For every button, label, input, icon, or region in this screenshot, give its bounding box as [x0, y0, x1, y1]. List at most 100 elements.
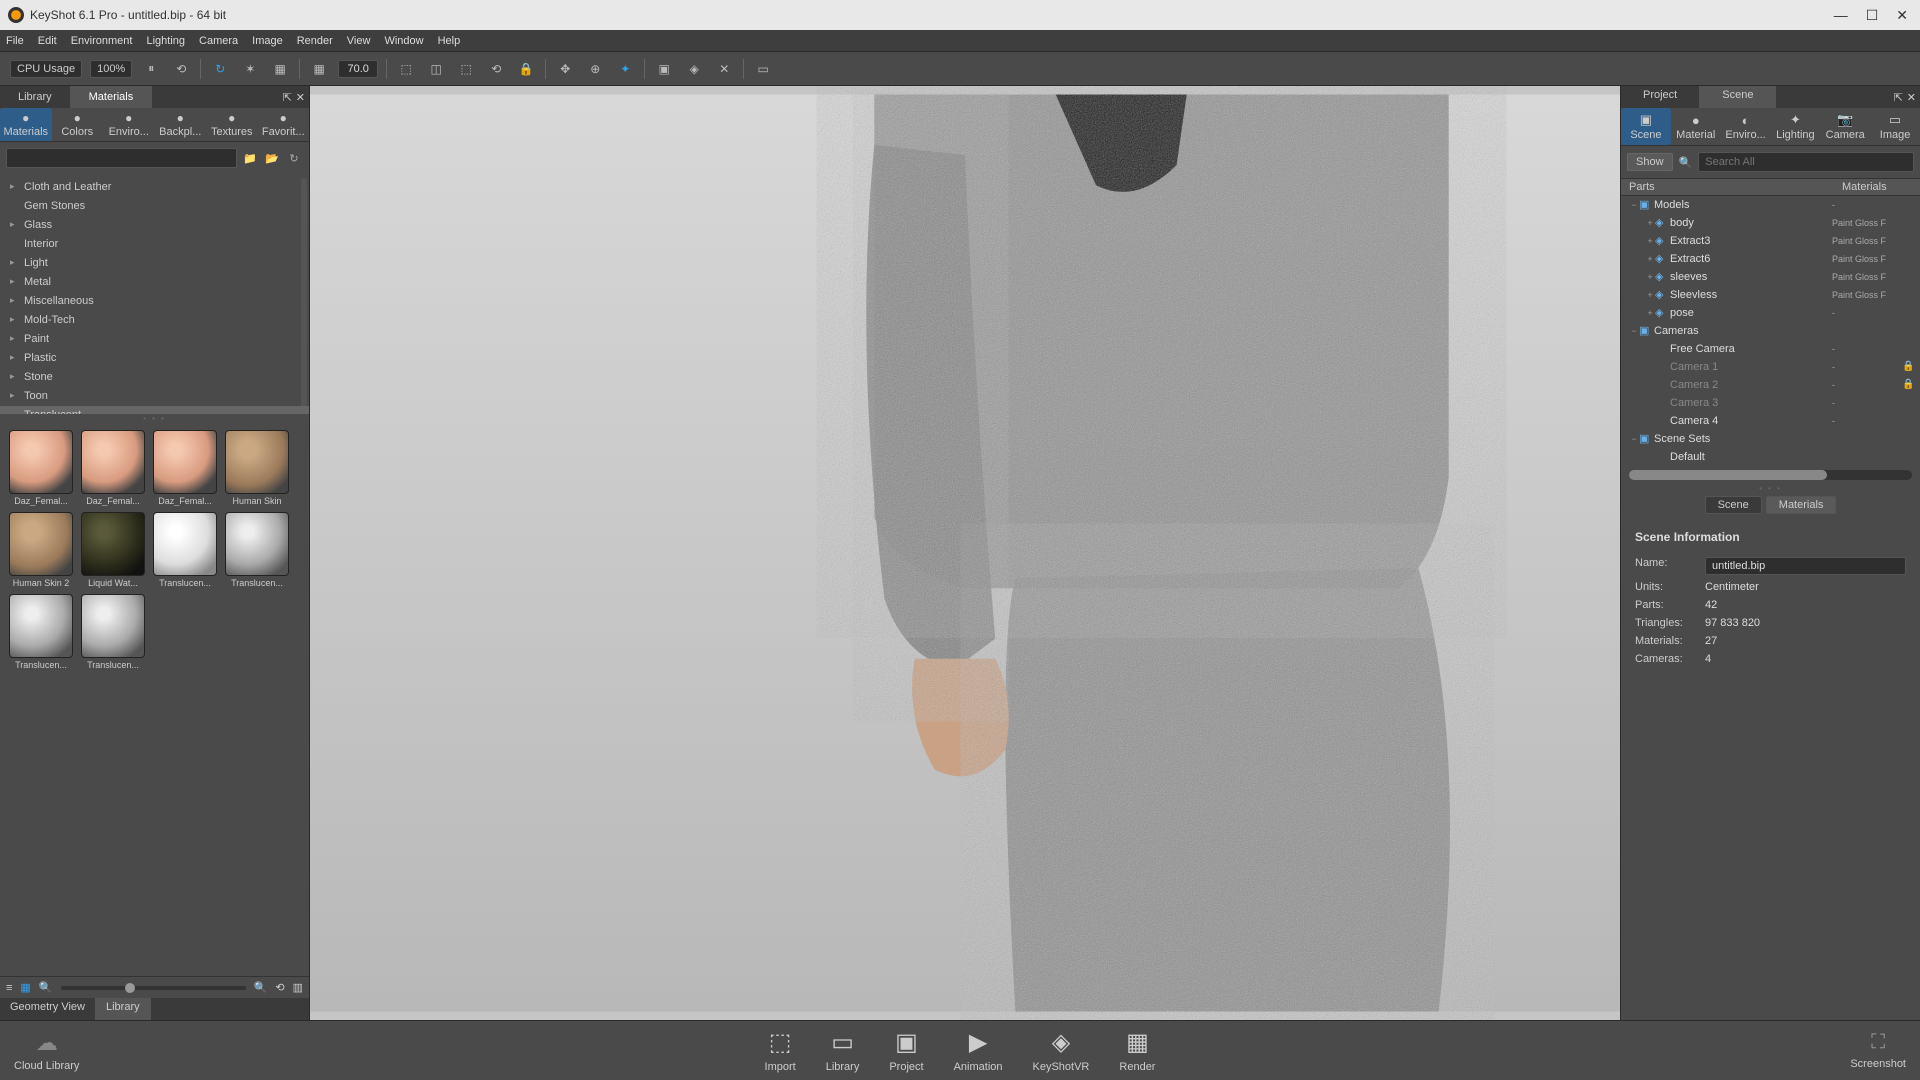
bottom-import[interactable]: ⬚Import [765, 1028, 796, 1073]
scene-search-input[interactable] [1698, 152, 1914, 172]
minimize-button[interactable]: — [1834, 8, 1848, 22]
tree-item-metal[interactable]: ▸Metal [0, 273, 309, 292]
tab-library[interactable]: Library [0, 86, 71, 108]
zoom-out-icon[interactable]: 🔍 [39, 981, 53, 994]
scene-tree-hscroll[interactable] [1629, 470, 1912, 480]
menu-camera[interactable]: Camera [199, 35, 238, 47]
tree-item-light[interactable]: ▸Light [0, 254, 309, 273]
info-name-input[interactable] [1705, 557, 1906, 575]
menu-view[interactable]: View [347, 35, 371, 47]
scene-item-models[interactable]: −▣Models- [1621, 196, 1920, 214]
render-viewport[interactable] [310, 86, 1620, 1020]
tree-item-glass[interactable]: ▸Glass [0, 216, 309, 235]
nav-icon[interactable]: ◈ [683, 58, 705, 80]
menu-help[interactable]: Help [438, 35, 461, 47]
lock-icon[interactable]: 🔒 [515, 58, 537, 80]
tree-item-gem-stones[interactable]: Gem Stones [0, 197, 309, 216]
show-button[interactable]: Show [1627, 153, 1673, 171]
favorite-icon[interactable]: ⟲ [275, 981, 284, 994]
projcat-enviro[interactable]: ◐Enviro... [1721, 108, 1771, 145]
material-thumb[interactable]: Human Skin [224, 430, 290, 506]
scene-item-camera-2[interactable]: Camera 2-🔒 [1621, 376, 1920, 394]
menu-window[interactable]: Window [384, 35, 423, 47]
bottom-render[interactable]: ▦Render [1119, 1028, 1155, 1073]
list-view-icon[interactable]: ≡ [6, 982, 12, 994]
material-thumb[interactable]: Translucen... [152, 512, 218, 588]
panel-close-icon[interactable]: ✕ [296, 91, 305, 104]
scene-item-sleevless[interactable]: +◈SleevlessPaint Gloss F [1621, 286, 1920, 304]
cpu-usage-value[interactable]: 100% [90, 60, 132, 78]
libcat-backpl[interactable]: ●Backpl... [155, 108, 207, 141]
menu-image[interactable]: Image [252, 35, 283, 47]
camera-icon[interactable]: ⬚ [395, 58, 417, 80]
projcat-scene[interactable]: ▣Scene [1621, 108, 1671, 145]
bottom-keyshotvr[interactable]: ◈KeyShotVR [1033, 1028, 1090, 1073]
material-thumb[interactable]: Daz_Femal... [8, 430, 74, 506]
scene-item-extract3[interactable]: +◈Extract3Paint Gloss F [1621, 232, 1920, 250]
scene-item-camera-4[interactable]: Camera 4- [1621, 412, 1920, 430]
scene-item-scene-sets[interactable]: −▣Scene Sets [1621, 430, 1920, 448]
focal-length-input[interactable] [338, 60, 378, 78]
grid-icon[interactable]: ▦ [308, 58, 330, 80]
undock-icon[interactable]: ⇱ [1894, 91, 1903, 104]
tree-item-miscellaneous[interactable]: ▸Miscellaneous [0, 292, 309, 311]
material-thumb[interactable]: Liquid Wat... [80, 512, 146, 588]
tab-geometry-view[interactable]: Geometry View [0, 998, 96, 1020]
scene-item-camera-3[interactable]: Camera 3- [1621, 394, 1920, 412]
tab-info-scene[interactable]: Scene [1705, 496, 1762, 514]
bottom-project[interactable]: ▣Project [889, 1028, 923, 1073]
scene-item-sleeves[interactable]: +◈sleevesPaint Gloss F [1621, 268, 1920, 286]
libcat-colors[interactable]: ●Colors [52, 108, 104, 141]
crop-icon[interactable]: ▦ [269, 58, 291, 80]
projcat-camera[interactable]: 📷Camera [1820, 108, 1870, 145]
tree-item-interior[interactable]: Interior [0, 235, 309, 254]
tree-item-stone[interactable]: ▸Stone [0, 368, 309, 387]
tree-item-toon[interactable]: ▸Toon [0, 387, 309, 406]
libcat-textures[interactable]: ●Textures [206, 108, 258, 141]
folder-icon[interactable]: 📁 [241, 149, 259, 167]
tree-item-cloth-and-leather[interactable]: ▸Cloth and Leather [0, 178, 309, 197]
scene-item-pose[interactable]: +◈pose- [1621, 304, 1920, 322]
expand-icon[interactable]: ✶ [239, 58, 261, 80]
tab-info-materials[interactable]: Materials [1766, 496, 1837, 514]
panel-close-icon[interactable]: ✕ [1907, 91, 1916, 104]
scene-item-extract6[interactable]: +◈Extract6Paint Gloss F [1621, 250, 1920, 268]
tree-item-mold-tech[interactable]: ▸Mold-Tech [0, 311, 309, 330]
menu-edit[interactable]: Edit [38, 35, 57, 47]
pause-icon[interactable]: ⏸ [140, 58, 162, 80]
menu-file[interactable]: File [6, 35, 24, 47]
bottom-animation[interactable]: ▶Animation [954, 1028, 1003, 1073]
shuffle-icon[interactable]: ✕ [713, 58, 735, 80]
refresh-icon[interactable]: ⟲ [170, 58, 192, 80]
tree-item-plastic[interactable]: ▸Plastic [0, 349, 309, 368]
ortho-icon[interactable]: ⬚ [455, 58, 477, 80]
menu-render[interactable]: Render [297, 35, 333, 47]
settings-icon[interactable]: ▥ [293, 981, 303, 994]
region-icon[interactable]: ▣ [653, 58, 675, 80]
material-thumb[interactable]: Daz_Femal... [152, 430, 218, 506]
libcat-enviro[interactable]: ●Enviro... [103, 108, 155, 141]
scene-item-default[interactable]: Default [1621, 448, 1920, 466]
add-icon[interactable]: ⊕ [584, 58, 606, 80]
perspective-icon[interactable]: ◫ [425, 58, 447, 80]
rotate-icon[interactable]: ⟲ [485, 58, 507, 80]
reload-icon[interactable]: ↻ [209, 58, 231, 80]
undock-icon[interactable]: ⇱ [283, 91, 292, 104]
material-thumb[interactable]: Translucen... [8, 594, 74, 670]
scene-item-body[interactable]: +◈bodyPaint Gloss F [1621, 214, 1920, 232]
material-thumb[interactable]: Translucen... [80, 594, 146, 670]
scene-item-camera-1[interactable]: Camera 1-🔒 [1621, 358, 1920, 376]
refresh-icon[interactable]: ↻ [285, 149, 303, 167]
projcat-image[interactable]: ▭Image [1870, 108, 1920, 145]
material-thumb[interactable]: Human Skin 2 [8, 512, 74, 588]
folder-open-icon[interactable]: 📂 [263, 149, 281, 167]
scene-item-cameras[interactable]: −▣Cameras [1621, 322, 1920, 340]
move-icon[interactable]: ✥ [554, 58, 576, 80]
thumbnail-size-slider[interactable] [61, 986, 246, 990]
menu-environment[interactable]: Environment [71, 35, 133, 47]
tab-library-bottom[interactable]: Library [96, 998, 151, 1020]
zoom-in-icon[interactable]: 🔍 [254, 981, 268, 994]
image-icon[interactable]: ▭ [752, 58, 774, 80]
maximize-button[interactable]: ☐ [1866, 8, 1879, 22]
material-thumb[interactable]: Daz_Femal... [80, 430, 146, 506]
